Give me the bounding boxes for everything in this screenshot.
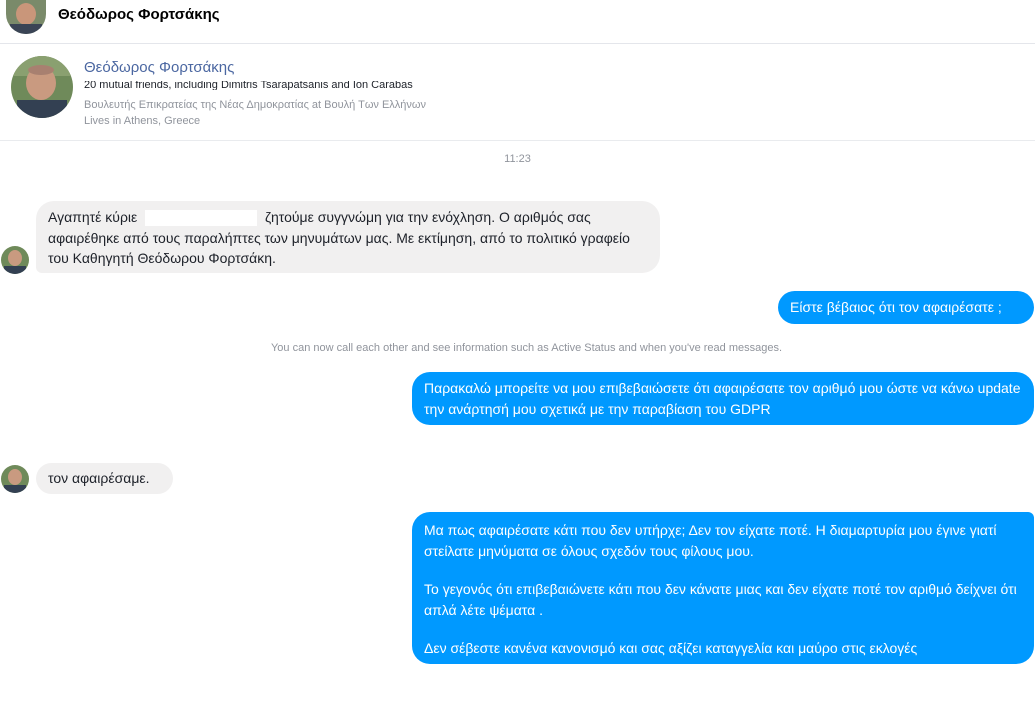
profile-location: Lives in Athens, Greece (84, 115, 201, 127)
contact-avatar-icon[interactable] (6, 0, 46, 34)
message-bubble-incoming[interactable]: Αγαπητέ κύριε ζητούμε συγγνώμη για την ε… (36, 201, 660, 273)
sender-avatar-icon[interactable] (1, 246, 29, 274)
redaction-box (145, 210, 258, 227)
message-timestamp: 11:23 (504, 153, 531, 165)
sender-avatar-icon[interactable] (1, 465, 29, 493)
message-text: Αγαπητέ κύριε (48, 209, 138, 225)
profile-avatar-icon[interactable] (11, 56, 73, 118)
message-bubble-outgoing[interactable]: Μα πως αφαιρέσατε κάτι που δεν υπήρχε; Δ… (412, 512, 1034, 664)
active-status-notice: You can now call each other and see info… (270, 342, 783, 354)
profile-job: Βουλευτής Επικρατείας της Νέας Δημοκρατί… (84, 99, 427, 111)
message-bubble-outgoing[interactable]: Είστε βέβαιος ότι τον αφαιρέσατε ; (778, 291, 1034, 324)
mutual-friends: 20 mutual friends, including Dimitris Ts… (84, 81, 413, 90)
message-paragraph: Δεν σέβεστε κανένα κανονισμό και σας αξί… (424, 640, 918, 656)
message-bubble-incoming[interactable]: τον αφαιρέσαμε. (36, 463, 173, 494)
chat-title[interactable]: Θεόδωρος Φορτσάκης (58, 6, 220, 23)
message-text: τον αφαιρέσαμε. (48, 470, 150, 486)
message-text: Παρακαλώ μπορείτε να μου επιβεβαιώσετε ό… (424, 380, 1021, 417)
message-bubble-outgoing[interactable]: Παρακαλώ μπορείτε να μου επιβεβαιώσετε ό… (412, 372, 1034, 425)
message-text: Είστε βέβαιος ότι τον αφαιρέσατε ; (790, 299, 1002, 315)
profile-name[interactable]: Θεόδωρος Φορτσάκης (84, 59, 234, 76)
message-paragraph: Μα πως αφαιρέσατε κάτι που δεν υπήρχε; Δ… (424, 522, 997, 559)
chat-header: Θεόδωρος Φορτσάκης (0, 0, 1035, 44)
message-paragraph: Το γεγονός ότι επιβεβαιώνετε κάτι που δε… (424, 581, 1017, 618)
profile-card: Θεόδωρος Φορτσάκης 20 mutual friends, in… (0, 45, 1035, 141)
